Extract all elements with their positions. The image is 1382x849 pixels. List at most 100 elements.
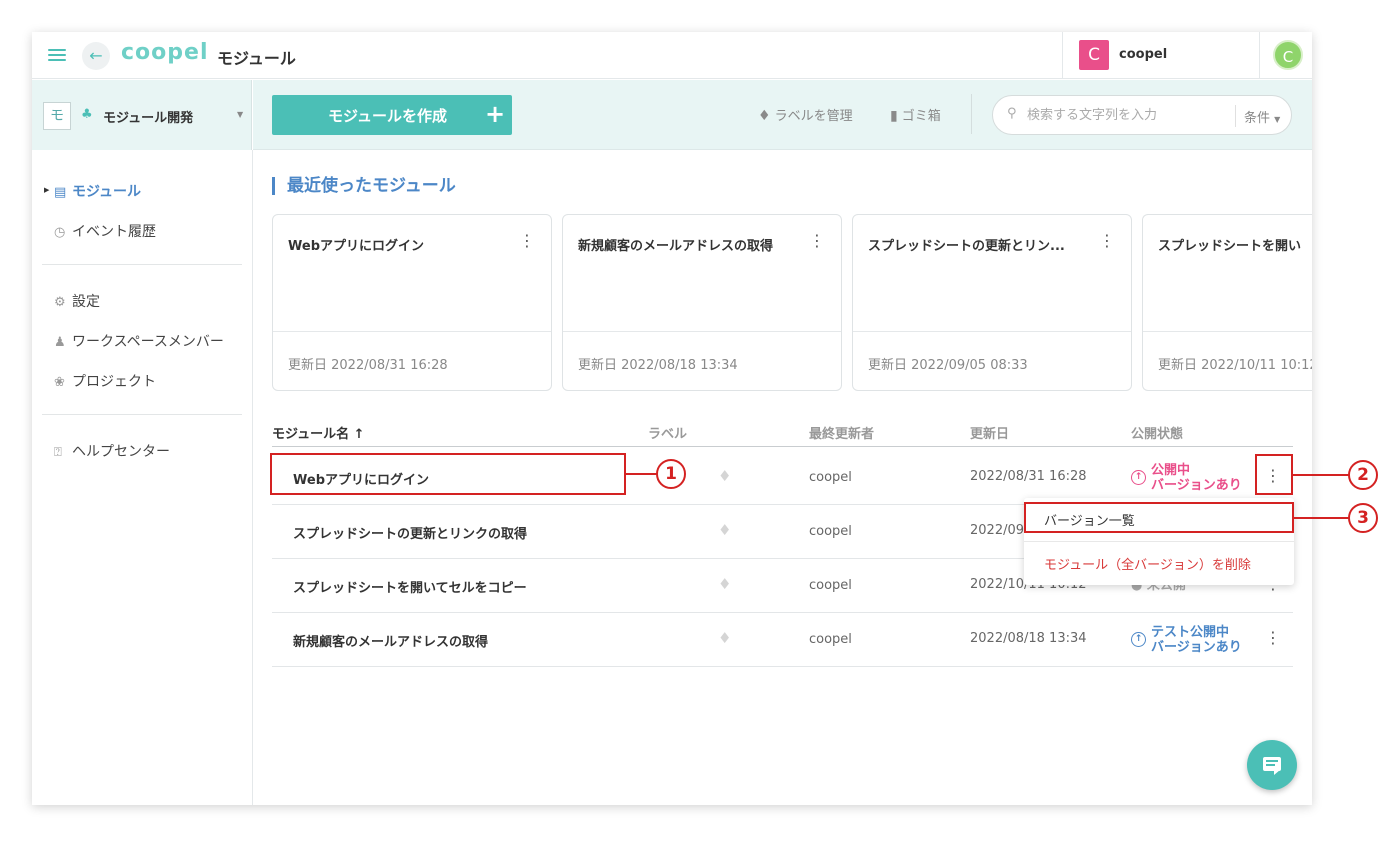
module-table-header: モジュール名 ↑ ラベル 最終更新者 更新日 公開状態 bbox=[272, 420, 1293, 447]
label-tag-icon[interactable]: ♦ bbox=[718, 467, 731, 485]
sidebar-item-label: プロジェクト bbox=[72, 374, 156, 390]
module-name[interactable]: スプレッドシートの更新とリンクの取得 bbox=[293, 523, 527, 542]
menu-item-delete-all-versions[interactable]: モジュール（全バージョン）を削除 bbox=[1044, 554, 1251, 573]
sidebar-item-label: モジュール bbox=[72, 184, 142, 200]
annotation-box-version-list bbox=[1024, 502, 1294, 533]
publish-status: ↑ 公開中 バージョンあり bbox=[1131, 463, 1242, 493]
active-caret-icon: ▶ bbox=[44, 186, 50, 194]
label-tag-icon[interactable]: ♦ bbox=[718, 629, 731, 647]
more-vert-icon[interactable]: ⋮ bbox=[1265, 628, 1281, 652]
gear-icon: ⚙ bbox=[54, 295, 66, 310]
column-header-author[interactable]: 最終更新者 bbox=[809, 423, 874, 442]
chat-bubble-icon bbox=[1263, 757, 1281, 775]
updated-date: 2022/09 bbox=[970, 523, 1025, 538]
card-updated-date: 更新日 2022/10/11 10:12 bbox=[1158, 358, 1312, 373]
caret-down-icon: ▼ bbox=[237, 110, 244, 119]
back-button[interactable]: ← bbox=[82, 42, 110, 70]
chat-support-button[interactable] bbox=[1247, 740, 1297, 790]
annotation-number: 3 bbox=[1348, 503, 1378, 533]
last-updater: coopel bbox=[809, 470, 852, 485]
column-header-date[interactable]: 更新日 bbox=[970, 423, 1009, 442]
search-icon: ⚲ bbox=[1007, 106, 1017, 121]
top-bar: ← coopel モジュール C coopel C bbox=[32, 32, 1312, 79]
search-box: ⚲ 条件 ▼ bbox=[992, 95, 1292, 135]
module-name[interactable]: 新規顧客のメールアドレスの取得 bbox=[293, 631, 488, 650]
last-updater: coopel bbox=[809, 632, 852, 647]
app-window: ← coopel モジュール C coopel C モ ♣ モジュール開発 ▼ … bbox=[32, 32, 1312, 805]
last-updater: coopel bbox=[809, 524, 852, 539]
plus-icon: + bbox=[485, 100, 506, 128]
updated-date: 2022/08/18 13:34 bbox=[970, 631, 1087, 646]
more-vert-icon[interactable]: ⋮ bbox=[519, 231, 535, 253]
workspace-avatar: C bbox=[1079, 40, 1109, 70]
toolbar: モジュールを作成 + ♦ラベルを管理 ▮ゴミ箱 ⚲ 条件 ▼ bbox=[253, 80, 1312, 150]
sidebar-item-help-center[interactable]: ⍰ ヘルプセンター bbox=[54, 441, 170, 461]
coopel-logo[interactable]: coopel bbox=[121, 40, 208, 65]
sidebar-item-workspace-members[interactable]: ♟ ワークスペースメンバー bbox=[54, 331, 224, 351]
upload-circle-icon: ↑ bbox=[1131, 632, 1146, 647]
status-line-2: バージョンあり bbox=[1151, 640, 1242, 655]
trash-text: ゴミ箱 bbox=[901, 109, 941, 124]
annotation-number: 2 bbox=[1348, 460, 1378, 490]
sidebar-item-settings[interactable]: ⚙ 設定 bbox=[54, 291, 100, 311]
create-module-button[interactable]: モジュールを作成 + bbox=[272, 95, 512, 135]
history-icon: ◷ bbox=[54, 225, 66, 240]
label-tag-icon[interactable]: ♦ bbox=[718, 521, 731, 539]
workspace-switcher[interactable]: C coopel bbox=[1062, 32, 1260, 79]
more-vert-icon[interactable]: ⋮ bbox=[1099, 231, 1115, 253]
sidebar: ▶ ▤ モジュール ◷ イベント履歴 ⚙ 設定 ♟ ワークスペースメンバー ❀ プロジェク… bbox=[32, 150, 253, 805]
recent-modules-title: 最近使ったモジュール bbox=[272, 177, 456, 195]
page-title: モジュール bbox=[217, 49, 296, 68]
card-divider bbox=[563, 331, 841, 332]
create-module-label: モジュールを作成 bbox=[328, 107, 447, 125]
tag-icon: ♦ bbox=[758, 108, 771, 124]
sidebar-item-projects[interactable]: ❀ プロジェクト bbox=[54, 371, 156, 391]
project-logo-icon: ♣ bbox=[81, 107, 93, 122]
status-line-1: テスト公開中 bbox=[1151, 625, 1230, 640]
hamburger-menu-icon[interactable] bbox=[48, 46, 66, 64]
members-icon: ♟ bbox=[54, 335, 66, 350]
project-initial-icon: モ bbox=[43, 102, 71, 130]
sidebar-item-event-history[interactable]: ◷ イベント履歴 bbox=[54, 221, 156, 241]
trash-link[interactable]: ▮ ゴミ箱 bbox=[890, 105, 941, 124]
card-title: スプレッドシートを開い bbox=[1158, 239, 1302, 254]
card-title: 新規顧客のメールアドレスの取得 bbox=[578, 239, 774, 254]
column-header-name-text: モジュール名 bbox=[272, 427, 350, 442]
status-line-1: 公開中 bbox=[1151, 463, 1191, 478]
table-row[interactable]: 新規顧客のメールアドレスの取得 ♦ coopel 2022/08/18 13:3… bbox=[272, 613, 1293, 667]
search-input[interactable] bbox=[1027, 105, 1227, 125]
recent-module-card[interactable]: Webアプリにログイン ⋮ 更新日 2022/08/31 16:28 bbox=[272, 214, 552, 391]
card-divider bbox=[273, 331, 551, 332]
column-header-label[interactable]: ラベル bbox=[648, 423, 687, 442]
menu-divider bbox=[1024, 541, 1294, 542]
sort-ascending-icon: ↑ bbox=[353, 427, 365, 442]
sidebar-item-label: ワークスペースメンバー bbox=[72, 334, 224, 350]
sidebar-item-label: 設定 bbox=[72, 294, 100, 310]
sidebar-divider bbox=[42, 264, 242, 265]
trash-icon: ▮ bbox=[890, 108, 898, 124]
card-divider bbox=[853, 331, 1131, 332]
recent-module-card[interactable]: 新規顧客のメールアドレスの取得 ⋮ 更新日 2022/08/18 13:34 bbox=[562, 214, 842, 391]
sidebar-item-label: ヘルプセンター bbox=[72, 444, 170, 460]
sidebar-item-modules[interactable]: ▤ モジュール bbox=[54, 181, 141, 201]
card-updated-date: 更新日 2022/08/18 13:34 bbox=[578, 358, 738, 373]
annotation-leader-line bbox=[626, 473, 657, 475]
label-tag-icon[interactable]: ♦ bbox=[718, 575, 731, 593]
project-selector[interactable]: モ ♣ モジュール開発 ▼ bbox=[32, 80, 252, 150]
more-vert-icon[interactable]: ⋮ bbox=[809, 231, 825, 253]
card-title: Webアプリにログイン bbox=[288, 239, 424, 254]
column-header-name[interactable]: モジュール名 ↑ bbox=[272, 423, 365, 442]
recent-module-card[interactable]: スプレッドシートを開い 更新日 2022/10/11 10:12 bbox=[1142, 214, 1312, 391]
arrow-left-icon: ← bbox=[89, 46, 103, 65]
project-name: モジュール開発 bbox=[103, 111, 194, 126]
user-avatar[interactable]: C bbox=[1273, 40, 1303, 70]
recent-module-card[interactable]: スプレッドシートの更新とリン... ⋮ 更新日 2022/09/05 08:33 bbox=[852, 214, 1132, 391]
toolbar-divider bbox=[971, 94, 972, 134]
column-header-status[interactable]: 公開状態 bbox=[1131, 423, 1183, 442]
condition-dropdown[interactable]: 条件 ▼ bbox=[1244, 107, 1280, 126]
module-name[interactable]: スプレッドシートを開いてセルをコピー bbox=[293, 577, 527, 596]
last-updater: coopel bbox=[809, 578, 852, 593]
annotation-number: 1 bbox=[656, 459, 686, 489]
manage-labels-link[interactable]: ♦ ラベルを管理 bbox=[758, 105, 853, 124]
workspace-name: coopel bbox=[1119, 47, 1168, 62]
